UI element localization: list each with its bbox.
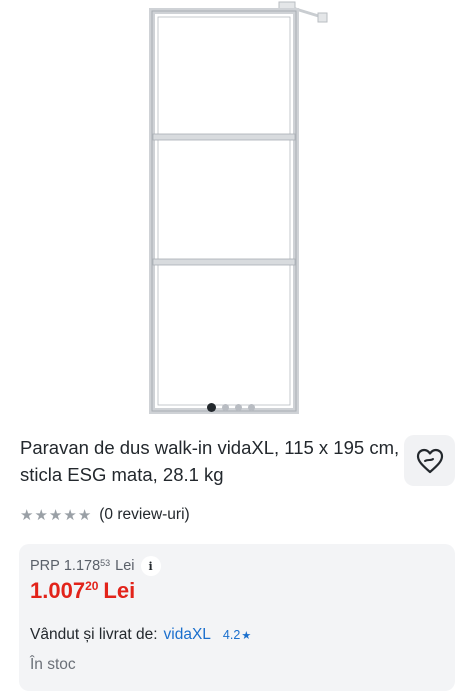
gallery-dot[interactable] [222,404,229,411]
prp-label: PRP [30,558,60,574]
product-rating[interactable]: ★ ★ ★ ★ ★ (0 review-uri) [20,505,190,525]
rating-stars: ★ ★ ★ ★ ★ [20,505,91,525]
gallery-dot-active[interactable] [207,403,216,412]
price-card: PRP 1.178 53 Lei i 1.007 20 Lei Vândut și li… [19,544,455,691]
seller-info: Vândut și livrat de: vidaXL 4.2 ★ [30,626,251,644]
gallery-dot[interactable] [248,404,255,411]
star-icon: ★ [63,506,77,524]
price-decimals: 20 [85,579,99,593]
add-to-favorites-button[interactable] [404,435,455,486]
seller-label: Vândut și livrat de: [30,626,158,643]
shower-screen-image [149,1,328,414]
seller-name-link[interactable]: vidaXL [164,626,211,644]
prp-main: 1.178 [63,558,101,574]
gallery-pagination[interactable] [207,403,255,412]
star-icon: ★ [77,506,92,524]
current-price: 1.007 20 Lei [30,578,135,604]
review-count-link[interactable]: (0 review-uri) [99,506,189,524]
star-icon: ★ [34,506,48,524]
recommended-price: PRP 1.178 53 Lei i [30,556,161,576]
stock-status: În stoc [30,656,76,673]
info-icon[interactable]: i [140,556,161,576]
price-currency: Lei [103,578,136,603]
star-icon: ★ [241,628,252,642]
price-main: 1.007 [30,578,86,603]
seller-rating-value: 4.2 [222,628,241,642]
gallery-dot[interactable] [235,404,242,411]
heart-icon [416,448,443,473]
prp-currency: Lei [115,558,135,574]
star-icon: ★ [20,506,34,524]
product-title: Paravan de dus walk-in vidaXL, 115 x 195… [20,437,400,485]
seller-rating: 4.2 ★ [223,628,251,642]
product-image-gallery[interactable] [0,0,474,420]
star-icon: ★ [48,506,63,524]
prp-decimals: 53 [100,558,111,568]
